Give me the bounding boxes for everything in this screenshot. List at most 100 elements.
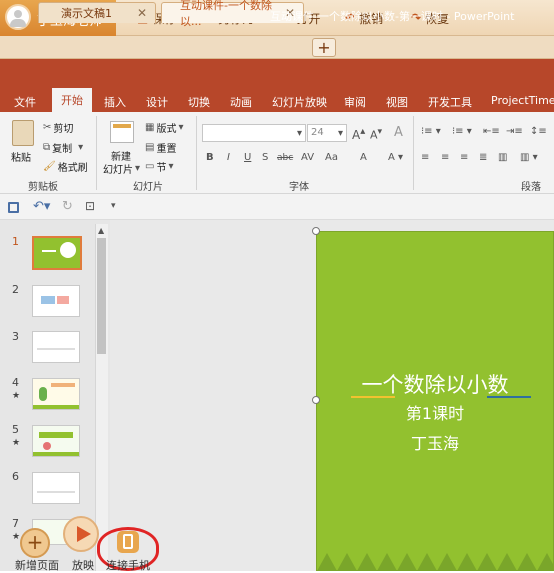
format-painter-button[interactable]: 🖌 格式刷 [43, 159, 88, 174]
slide-thumbnail[interactable] [32, 472, 80, 504]
start-from-beginning-icon[interactable]: ⊡ [85, 199, 95, 213]
scroll-up-icon[interactable]: ▲ [98, 226, 104, 235]
copy-button[interactable]: ⧉ 复制 ▾ [43, 140, 83, 155]
chevron-down-icon: ▾ [78, 142, 84, 153]
numbering-icon[interactable]: ⁝≡ ▾ [452, 126, 472, 137]
tab-slideshow[interactable]: 幻灯片放映 [272, 94, 327, 110]
tab-transitions[interactable]: 切换 [188, 94, 210, 110]
document-tab[interactable]: 演示文稿1 ✕ [38, 2, 156, 23]
slide-title[interactable]: 一个数除以小数 [317, 369, 553, 399]
slide-thumbnail[interactable] [32, 378, 80, 410]
play-button[interactable] [63, 516, 99, 552]
decrease-indent-icon[interactable]: ⇤≡ [483, 126, 500, 137]
underline-icon[interactable]: U [244, 152, 251, 163]
align-center-icon[interactable]: ≡ [441, 152, 449, 163]
title-underline-left [351, 396, 395, 398]
new-slide-icon[interactable] [110, 121, 134, 143]
play-icon [77, 526, 91, 542]
reset-button[interactable]: ▤ 重置 [145, 140, 176, 155]
paste-icon[interactable] [12, 120, 34, 146]
layout-label: 版式 [156, 124, 177, 135]
title-underline-right [487, 396, 531, 398]
animation-star: ★ [12, 532, 21, 542]
tab-file[interactable]: 文件 [14, 94, 36, 110]
new-slide-button-2[interactable]: 幻灯片 ▾ [103, 161, 140, 176]
slide-thumbnail[interactable] [32, 331, 80, 363]
slide-number: 1 [12, 235, 19, 248]
italic-icon[interactable]: I [227, 152, 230, 163]
paste-button[interactable]: 粘贴 [11, 149, 31, 164]
slide-subtitle[interactable]: 第1课时 [317, 400, 553, 424]
increase-indent-icon[interactable]: ⇥≡ [506, 126, 523, 137]
line-spacing-icon[interactable]: ↕≡ [530, 126, 547, 137]
distributed-icon[interactable]: ▥ [498, 152, 507, 163]
copy-icon: ⧉ [43, 142, 51, 153]
customize-qat-icon[interactable]: ▾ [111, 201, 116, 211]
clipboard-group-label: 剪贴板 [28, 182, 58, 193]
brush-icon: 🖌 [43, 161, 56, 172]
save-icon[interactable] [8, 202, 19, 213]
slide-thumbnail[interactable] [32, 236, 82, 270]
triangle-border [317, 553, 553, 571]
tab-review[interactable]: 审阅 [344, 94, 366, 110]
clear-format-icon[interactable]: A [394, 125, 403, 140]
tab-insert[interactable]: 插入 [104, 94, 126, 110]
tab-animations[interactable]: 动画 [230, 94, 252, 110]
slide-number: 4 [12, 376, 19, 389]
tab-home[interactable]: 开始 [52, 88, 92, 112]
decrease-font-icon[interactable]: A▾ [370, 126, 382, 142]
divider [196, 116, 197, 190]
resize-handle[interactable] [312, 396, 320, 404]
resize-handle[interactable] [312, 227, 320, 235]
cut-button[interactable]: ✂ 剪切 [43, 120, 73, 135]
slide-number: 2 [12, 283, 19, 296]
justify-icon[interactable]: ≣ [479, 152, 487, 163]
align-right-icon[interactable]: ≡ [460, 152, 468, 163]
quick-access-toolbar [0, 194, 554, 220]
change-case-icon[interactable]: Aa [325, 152, 338, 163]
tab-design[interactable]: 设计 [146, 94, 168, 110]
columns-icon[interactable]: ▥ ▾ [520, 152, 538, 163]
align-left-icon[interactable]: ≡ [421, 152, 429, 163]
layout-button[interactable]: ▦ 版式 ▾ [145, 120, 183, 135]
slide-thumbnail[interactable] [32, 425, 80, 457]
font-color-icon[interactable]: A [360, 152, 367, 163]
chevron-down-icon: ▾ [135, 163, 141, 174]
font-size-input[interactable]: 24 ▾ [307, 124, 347, 142]
animation-star: ★ [12, 391, 21, 401]
shadow-icon[interactable]: S [262, 152, 268, 163]
tab-view[interactable]: 视图 [386, 94, 408, 110]
tab-label: 演示文稿1 [61, 7, 112, 20]
undo-icon[interactable]: ↶▾ [33, 199, 50, 214]
font-size-value: 24 [311, 127, 324, 138]
close-icon[interactable]: ✕ [137, 6, 147, 20]
font-name-input[interactable]: ▾ [202, 124, 306, 142]
bullets-icon[interactable]: ⁝≡ ▾ [421, 126, 441, 137]
phone-icon[interactable] [117, 531, 139, 553]
font-group-label: 字体 [289, 182, 309, 193]
add-page-button[interactable]: + [20, 528, 50, 558]
slide-number: 3 [12, 330, 19, 343]
slide-author[interactable]: 丁玉海 [317, 430, 553, 454]
font-color-alt-icon[interactable]: A ▾ [388, 152, 403, 163]
current-slide[interactable]: 一个数除以小数 第1课时 丁玉海 [316, 231, 554, 571]
paragraph-group-label: 段落 [521, 182, 541, 193]
scroll-thumb[interactable] [97, 238, 106, 354]
tab-developer[interactable]: 开发工具 [428, 94, 472, 110]
new-tab-button[interactable]: + [312, 38, 336, 57]
slide-number: 5 [12, 423, 19, 436]
bold-icon[interactable]: B [206, 152, 214, 163]
slide-thumbnail[interactable] [32, 285, 80, 317]
avatar[interactable] [5, 4, 31, 30]
reset-label: 重置 [156, 144, 177, 155]
char-spacing-icon[interactable]: AV [301, 152, 314, 163]
strikethrough-icon[interactable]: abc [277, 153, 293, 163]
section-icon: ▭ [145, 161, 155, 172]
section-button[interactable]: ▭ 节 ▾ [145, 159, 173, 174]
tab-projecttimeline[interactable]: ProjectTimeLi [491, 94, 554, 107]
increase-font-icon[interactable]: A▴ [352, 126, 365, 142]
chevron-down-icon: ▾ [337, 128, 343, 139]
window-title: 互动课件-一个数除以小数-第一课时 - PowerPoint [270, 10, 515, 23]
redo-icon[interactable]: ↻ [62, 199, 73, 214]
slide-number: 6 [12, 470, 19, 483]
